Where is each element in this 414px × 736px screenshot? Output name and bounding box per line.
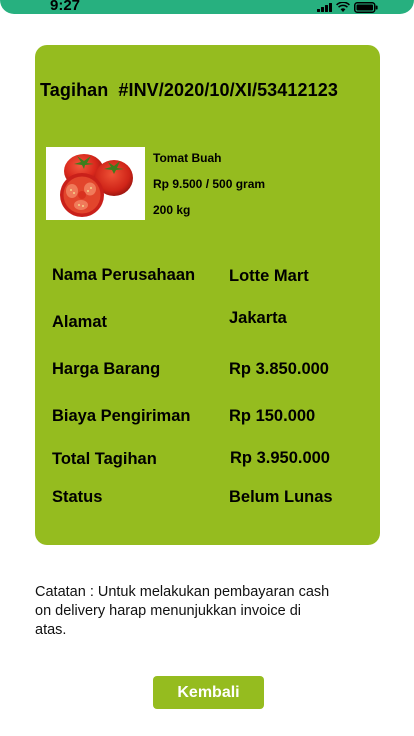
status-time: 9:27 xyxy=(50,0,81,14)
invoice-number: #INV/2020/10/XI/53412123 xyxy=(118,80,338,100)
battery-icon xyxy=(354,1,378,13)
product-quantity: 200 kg xyxy=(153,203,191,217)
status-bar: 9:27 xyxy=(0,0,414,14)
product-name: Tomat Buah xyxy=(153,151,222,165)
payment-note: Catatan : Untuk melakukan pembayaran cas… xyxy=(35,583,330,638)
product-info: Tomat Buah Rp 9.500 / 500 gram 200 kg xyxy=(153,151,265,229)
invoice-card: Tagihan #INV/2020/10/XI/53412123 Tomat B… xyxy=(35,45,380,545)
invoice-label: Tagihan xyxy=(40,80,109,100)
company-label: Nama Perusahaan xyxy=(52,266,196,284)
wifi-icon xyxy=(336,2,350,12)
status-value: Belum Lunas xyxy=(229,488,333,506)
shipping-value: Rp 150.000 xyxy=(229,407,316,425)
signal-icon xyxy=(317,2,332,12)
shipping-label: Biaya Pengiriman xyxy=(52,407,191,425)
total-value: Rp 3.950.000 xyxy=(230,449,330,467)
product-price: Rp 9.500 / 500 gram xyxy=(153,177,266,191)
price-label: Harga Barang xyxy=(52,360,161,378)
tomato-image xyxy=(46,147,145,220)
back-button[interactable]: Kembali xyxy=(153,676,264,709)
price-value: Rp 3.850.000 xyxy=(229,360,329,378)
status-label: Status xyxy=(52,488,103,506)
address-label: Alamat xyxy=(52,313,108,331)
company-value: Lotte Mart xyxy=(229,267,309,285)
address-value: Jakarta xyxy=(229,309,287,327)
status-icons xyxy=(317,1,378,13)
invoice-title: Tagihan #INV/2020/10/XI/53412123 xyxy=(40,80,338,101)
total-label: Total Tagihan xyxy=(52,450,157,468)
